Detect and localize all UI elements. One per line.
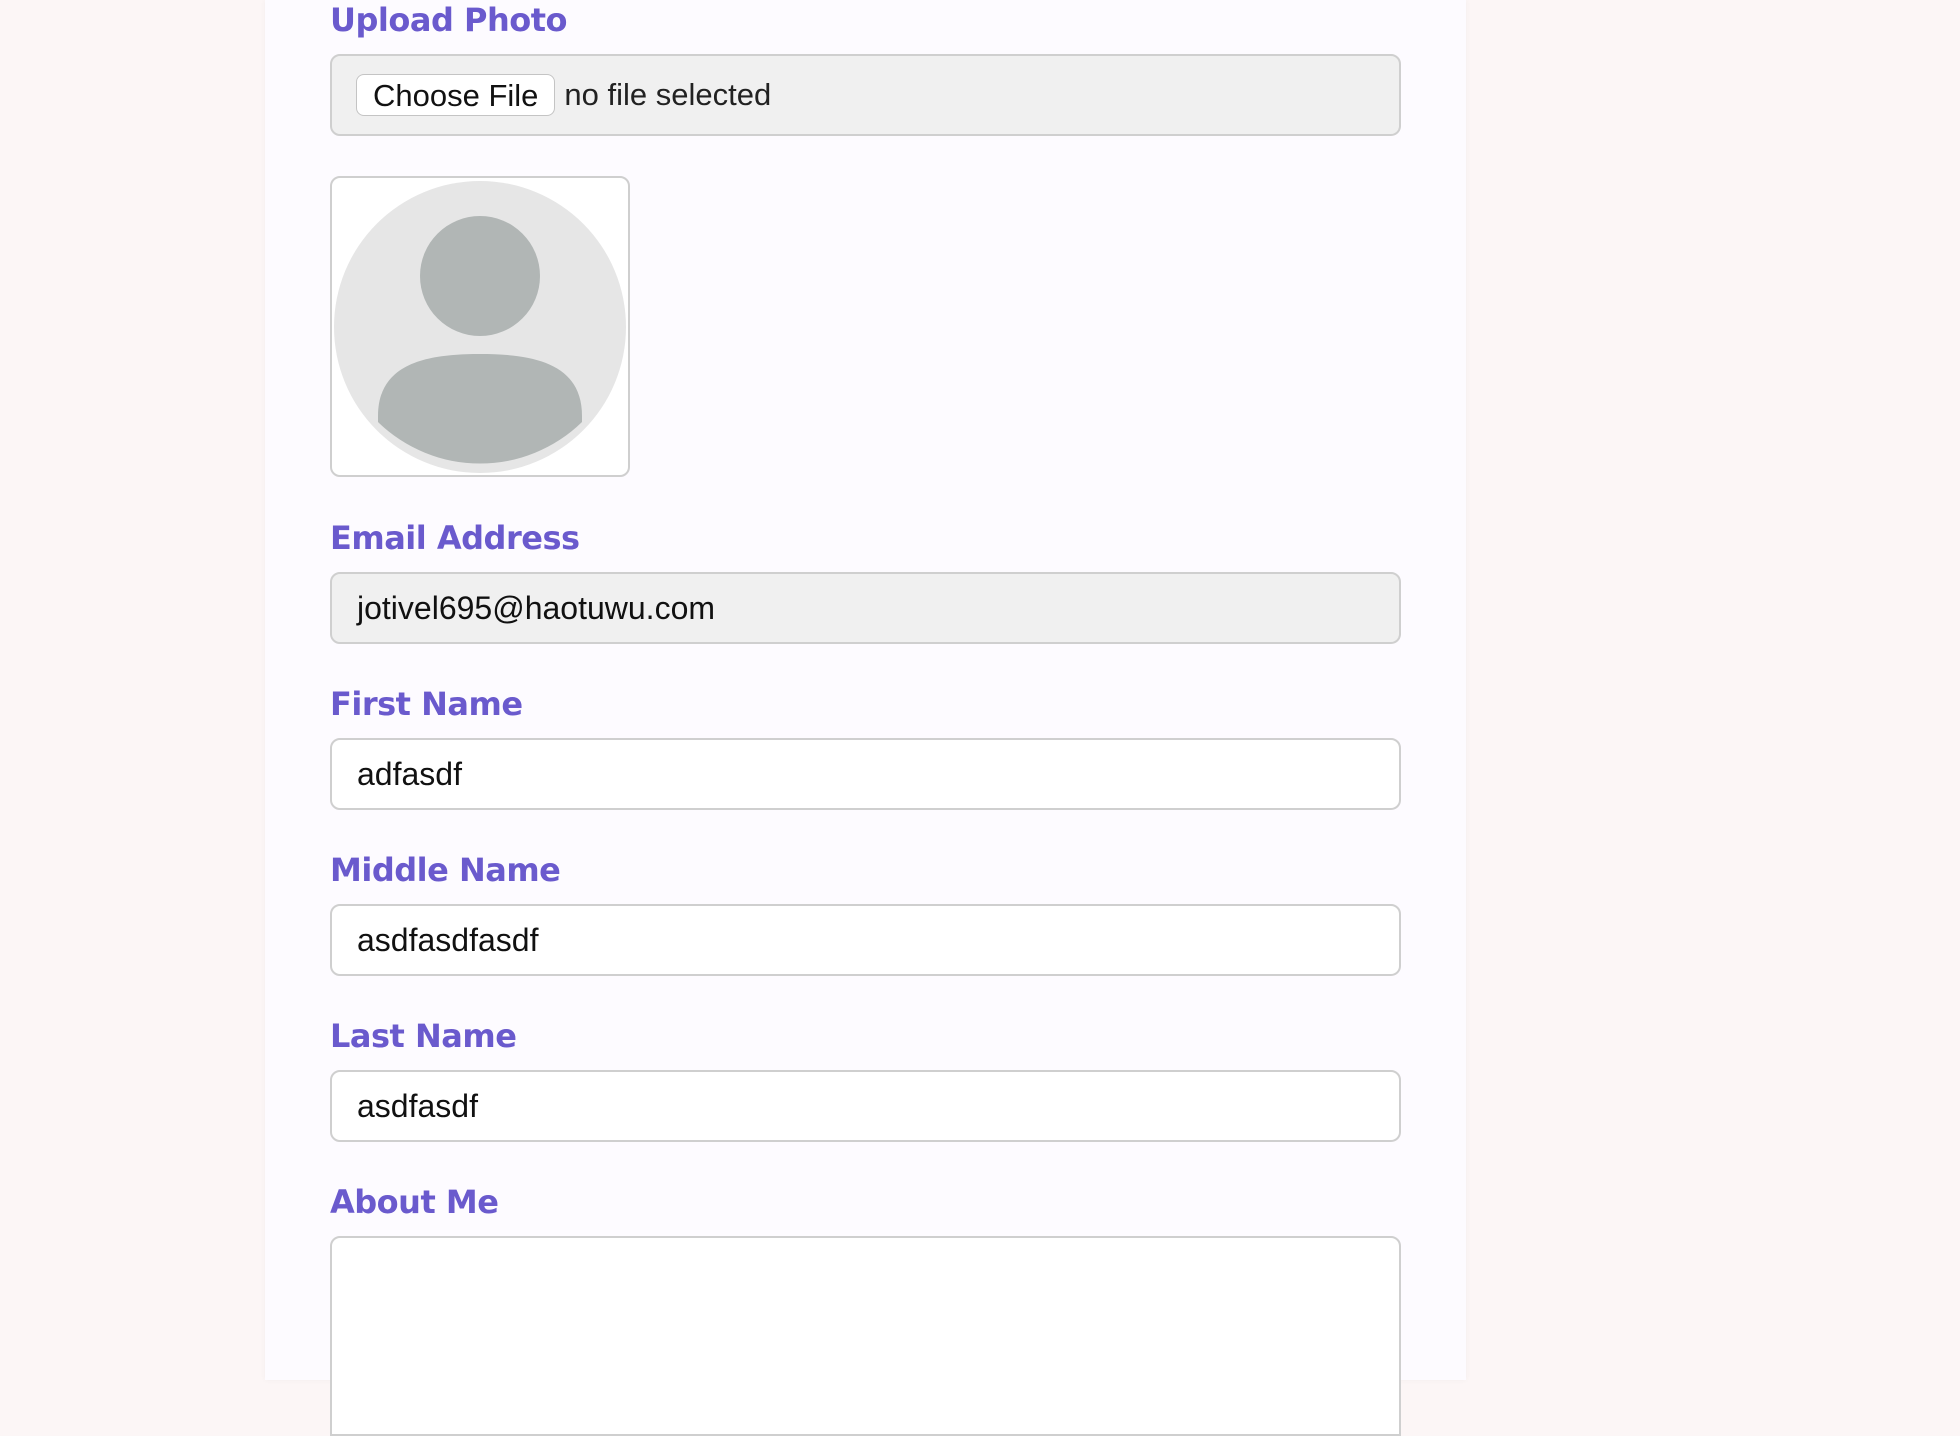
- user-avatar-placeholder-icon: [334, 181, 626, 473]
- first-name-input[interactable]: adfasdf: [330, 738, 1401, 810]
- middle-name-label: Middle Name: [330, 851, 561, 889]
- middle-name-value: asdfasdfasdf: [357, 921, 539, 958]
- upload-photo-label: Upload Photo: [330, 1, 567, 39]
- email-value: jotivel695@haotuwu.com: [357, 589, 716, 626]
- about-me-label: About Me: [330, 1183, 499, 1221]
- middle-name-input[interactable]: asdfasdfasdf: [330, 904, 1401, 976]
- upload-photo-input[interactable]: Choose File no file selected: [330, 54, 1401, 136]
- first-name-label: First Name: [330, 685, 523, 723]
- last-name-label: Last Name: [330, 1017, 517, 1055]
- avatar-preview: [330, 176, 630, 477]
- last-name-value: asdfasdf: [357, 1087, 478, 1124]
- about-me-textarea[interactable]: [330, 1236, 1401, 1436]
- last-name-input[interactable]: asdfasdf: [330, 1070, 1401, 1142]
- file-status-text: no file selected: [564, 77, 772, 112]
- email-address-label: Email Address: [330, 519, 580, 557]
- first-name-value: adfasdf: [357, 755, 462, 792]
- choose-file-button[interactable]: Choose File: [356, 74, 556, 116]
- email-field: jotivel695@haotuwu.com: [330, 572, 1401, 644]
